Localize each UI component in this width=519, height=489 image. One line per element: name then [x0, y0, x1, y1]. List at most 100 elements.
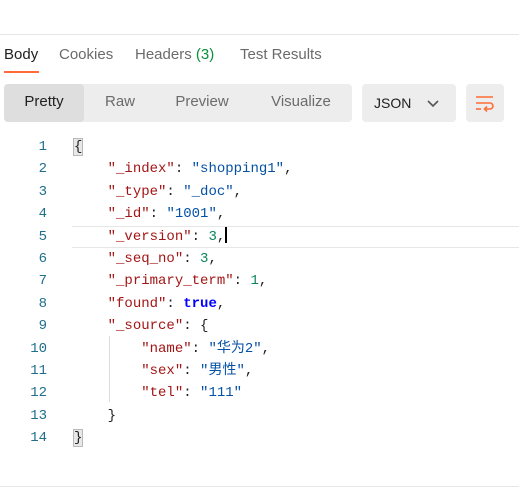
json-token: "shopping1" [191, 161, 285, 178]
line-number: 4 [38, 206, 47, 223]
json-token: "_primary_term" [107, 273, 234, 290]
headers-count-badge: (3) [195, 46, 215, 63]
json-token: "111" [200, 385, 243, 402]
line-number: 9 [38, 318, 47, 335]
code-line: 2 "_index": "shopping1", [0, 158, 519, 180]
tab-headers[interactable]: Headers (3) [135, 46, 214, 63]
code-line: 11 "sex": "男性", [0, 360, 519, 382]
line-number: 1 [38, 139, 47, 155]
matched-brace: } [72, 429, 84, 448]
code-line: 1{ [0, 136, 519, 158]
tab-headers-label: Headers [135, 46, 192, 63]
json-token: , [208, 251, 217, 267]
code-line: 14} [0, 427, 519, 449]
code-line: 5 "_version": 3, [39, 225, 519, 248]
bottom-divider [0, 486, 519, 487]
line-number: 12 [30, 385, 47, 402]
wrap-lines-button[interactable] [466, 84, 504, 122]
json-token: : [174, 161, 192, 178]
view-mode-toolbar: Pretty Raw Preview Visualize [4, 84, 352, 122]
json-token: "_doc" [183, 183, 234, 200]
view-mode-raw[interactable]: Raw [84, 84, 156, 122]
format-dropdown-value: JSON [374, 95, 412, 111]
matched-brace: { [72, 138, 84, 156]
line-number: 3 [38, 183, 47, 200]
json-token: 3 [208, 228, 217, 245]
code-text: } [74, 405, 116, 427]
code-line: 10 "name": "华为2", [0, 338, 519, 360]
code-text: "_seq_no": 3, [74, 248, 217, 270]
code-text: "tel": "111" [74, 382, 242, 404]
json-token: : [183, 363, 201, 379]
line-number: 5 [38, 228, 47, 245]
json-token: "found" [107, 295, 167, 312]
text-cursor [225, 226, 228, 243]
code-text: "_type": "_doc", [74, 181, 242, 203]
json-token: : [183, 385, 201, 402]
json-token: : { [183, 318, 209, 335]
json-token: "_source" [107, 318, 184, 335]
tab-cookies[interactable]: Cookies [59, 46, 113, 63]
code-text: "_source": { [74, 315, 209, 337]
tab-test-results[interactable]: Test Results [240, 46, 322, 63]
json-token: : [183, 251, 201, 267]
json-token: "_id" [107, 206, 150, 223]
line-number: 6 [38, 251, 47, 267]
code-text: "name": "华为2", [74, 338, 270, 360]
line-number: 14 [30, 430, 47, 447]
code-line: 4 "_id": "1001", [0, 203, 519, 225]
json-token: "name" [141, 340, 192, 357]
json-token: "_seq_no" [107, 251, 184, 267]
json-token: , [244, 363, 254, 379]
json-token: , [261, 340, 271, 357]
view-mode-pretty[interactable]: Pretty [4, 84, 84, 122]
active-tab-indicator [4, 71, 39, 73]
json-token: "_index" [107, 161, 175, 178]
json-token: , [258, 273, 268, 290]
json-token: : [191, 340, 209, 357]
code-line: 8 "found": true, [0, 293, 519, 315]
json-token: true [183, 295, 217, 312]
json-token: : [166, 183, 184, 200]
json-token: "sex" [141, 363, 184, 379]
json-token: : [233, 273, 251, 290]
line-number: 2 [38, 161, 47, 178]
json-token: "_version" [107, 228, 192, 245]
format-dropdown[interactable]: JSON [362, 84, 456, 122]
json-token: "男性" [200, 363, 245, 379]
json-token: , [216, 295, 226, 312]
code-line: 13 } [0, 405, 519, 427]
code-text: "_index": "shopping1", [74, 158, 293, 180]
json-token: : [166, 295, 184, 312]
code-text: "found": true, [74, 293, 226, 315]
code-text: { [72, 136, 84, 158]
line-number: 8 [38, 295, 47, 312]
chevron-down-icon [426, 96, 440, 115]
code-text: "_version": 3, [74, 226, 228, 247]
json-token: , [284, 161, 293, 178]
code-line: 9 "_source": { [0, 315, 519, 337]
json-token: : [149, 206, 167, 223]
line-number: 13 [30, 407, 47, 424]
code-line: 3 "_type": "_doc", [0, 181, 519, 203]
json-token: , [216, 228, 226, 245]
view-mode-preview[interactable]: Preview [159, 84, 245, 122]
json-token: , [233, 183, 243, 200]
line-number: 7 [38, 273, 47, 290]
top-divider [0, 34, 519, 35]
code-line: 12 "tel": "111" [0, 382, 519, 404]
line-number: 10 [30, 340, 47, 357]
json-token: : [191, 228, 209, 245]
tab-body[interactable]: Body [4, 46, 38, 63]
code-line: 6 "_seq_no": 3, [0, 248, 519, 270]
code-text: "_primary_term": 1, [74, 270, 268, 292]
code-line: 7 "_primary_term": 1, [0, 270, 519, 292]
json-token: , [216, 206, 226, 223]
response-body-editor[interactable]: 1{2 "_index": "shopping1", 3 "_type": "_d… [0, 136, 519, 454]
view-mode-visualize[interactable]: Visualize [254, 84, 348, 122]
json-token: 1 [250, 273, 259, 290]
json-token: } [107, 407, 117, 424]
json-token: "tel" [141, 385, 184, 402]
code-text: } [72, 427, 84, 449]
json-token: "华为2" [208, 340, 262, 357]
